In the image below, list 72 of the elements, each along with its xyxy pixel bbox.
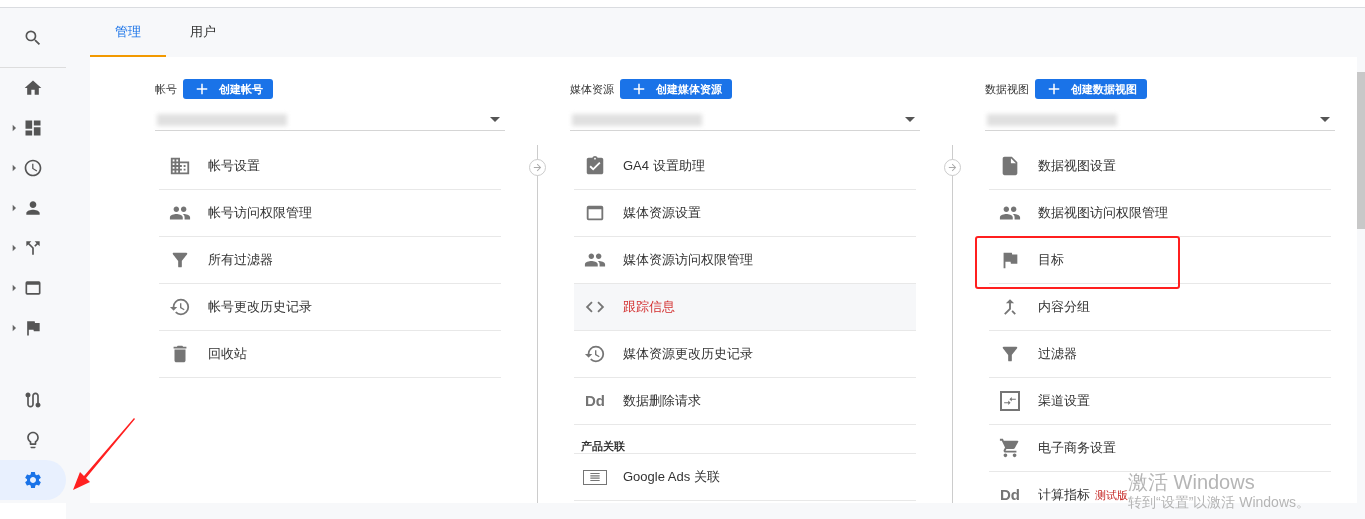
- menu-item[interactable]: GA4 设置助理: [582, 155, 705, 177]
- menu-item-label: 帐号更改历史记录: [208, 298, 312, 317]
- menu-item-label: 内容分组: [1038, 298, 1090, 317]
- menu-item[interactable]: 电子商务设置: [997, 437, 1116, 459]
- menu-item[interactable]: Google Ads 关联: [582, 467, 720, 487]
- menu-item[interactable]: 媒体资源更改历史记录: [582, 343, 753, 365]
- menu-item-label: 媒体资源更改历史记录: [623, 345, 753, 364]
- menu-item[interactable]: 过滤器: [997, 343, 1077, 365]
- menu-item-label: 媒体资源访问权限管理: [623, 251, 753, 270]
- menu-item-label: 媒体资源设置: [623, 204, 701, 223]
- tab[interactable]: 用户: [166, 8, 240, 57]
- text-icon: Dd: [585, 389, 605, 413]
- section-title: 产品关联: [581, 439, 625, 453]
- menu-item[interactable]: 数据视图访问权限管理: [997, 202, 1168, 224]
- menu-item-label: 数据视图设置: [1038, 157, 1116, 176]
- menu-item-label: 渠道设置: [1038, 392, 1090, 411]
- menu-item[interactable]: Dd 计算指标 测试版: [997, 483, 1128, 503]
- menu-item[interactable]: Dd 数据删除请求: [582, 389, 701, 413]
- column-title: 媒体资源: [570, 81, 614, 97]
- history-icon: [584, 343, 606, 365]
- menu-item[interactable]: 数据视图设置: [997, 155, 1116, 177]
- sidebar-button[interactable]: [0, 460, 66, 500]
- activation-notice-title: 激活 Windows: [1128, 471, 1256, 493]
- menu-item-label: 目标: [1038, 251, 1064, 270]
- create-button[interactable]: 创建媒体资源: [620, 79, 732, 99]
- menu-item[interactable]: 渠道设置: [997, 391, 1090, 411]
- dropdown-caret-icon: [490, 117, 500, 122]
- beta-label: 测试版: [1095, 488, 1128, 502]
- column-title: 数据视图: [985, 81, 1029, 97]
- ad-frame-icon: [583, 469, 607, 485]
- menu-item[interactable]: 媒体资源访问权限管理: [582, 249, 753, 271]
- menu-item[interactable]: 跟踪信息: [582, 296, 675, 318]
- arrows-box-icon: [1000, 391, 1020, 411]
- menu-item[interactable]: 回收站: [167, 343, 247, 365]
- menu-item[interactable]: 所有过滤器: [167, 249, 273, 271]
- column-title: 帐号: [155, 81, 177, 97]
- menu-item-label: 所有过滤器: [208, 251, 273, 270]
- settings-icon: [23, 470, 43, 490]
- building-icon: [169, 155, 191, 177]
- menu-item-label: 数据删除请求: [623, 392, 701, 411]
- history-icon: [169, 296, 191, 318]
- dropdown-caret-icon: [1320, 117, 1330, 122]
- menu-item[interactable]: 帐号更改历史记录: [167, 296, 312, 318]
- scrollbar-thumb[interactable]: [1357, 72, 1365, 229]
- menu-item-label: GA4 设置助理: [623, 157, 705, 176]
- menu-item-label: 回收站: [208, 345, 247, 364]
- text-icon: Dd: [1000, 483, 1020, 503]
- menu-item-label: Google Ads 关联: [623, 468, 720, 487]
- menu-item-label: 跟踪信息: [623, 298, 675, 317]
- menu-item-label: 帐号访问权限管理: [208, 204, 312, 223]
- clipboard-check-icon: [584, 155, 606, 177]
- menu-item[interactable]: 目标: [997, 249, 1064, 271]
- menu-item-label: 数据视图访问权限管理: [1038, 204, 1168, 223]
- menu-item-label: 电子商务设置: [1038, 439, 1116, 458]
- create-button[interactable]: 创建帐号: [183, 79, 273, 99]
- branch-icon: [23, 238, 43, 258]
- menu-item[interactable]: 内容分组: [997, 296, 1090, 318]
- window-icon: [23, 278, 43, 298]
- menu-item-label: 计算指标: [1038, 486, 1090, 503]
- route-icon: [23, 390, 43, 410]
- create-button[interactable]: 创建数据视图: [1035, 79, 1147, 99]
- menu-item[interactable]: 帐号设置: [167, 155, 260, 177]
- dashboard-icon: [23, 118, 43, 138]
- dropdown-caret-icon: [905, 117, 915, 122]
- menu-item-label: 帐号设置: [208, 157, 260, 176]
- menu-item[interactable]: 帐号访问权限管理: [167, 202, 312, 224]
- menu-item[interactable]: 媒体资源设置: [582, 202, 701, 224]
- home-icon: [23, 78, 43, 98]
- cart-icon: [999, 437, 1021, 459]
- menu-item-label: 过滤器: [1038, 345, 1077, 364]
- activation-notice-text: 转到“设置”以激活 Windows。: [1128, 494, 1310, 511]
- clock-icon: [23, 158, 43, 178]
